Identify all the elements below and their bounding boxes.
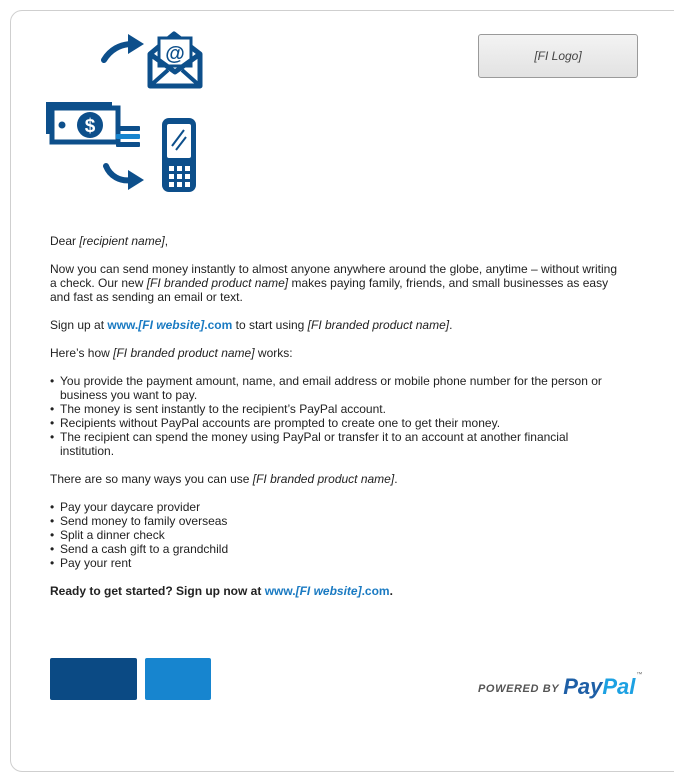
arrow-icon [103, 163, 144, 190]
fi-logo-placeholder: [FI Logo] [478, 34, 638, 78]
product-name: [FI branded product name] [113, 346, 255, 360]
call-to-action: Ready to get started? Sign up now at www… [50, 584, 620, 598]
website-link[interactable]: www.[FI website].com [107, 318, 232, 332]
recipient-name: [recipient name] [79, 234, 165, 248]
website-suffix: .com [361, 584, 390, 598]
money-icon: $ [46, 102, 140, 147]
secondary-button[interactable] [145, 658, 211, 700]
product-name: [FI branded product name] [146, 276, 289, 290]
cta-prefix: Ready to get started? Sign up now at [50, 584, 265, 598]
list-item: Split a dinner check [50, 528, 620, 542]
website-name: [FI website] [138, 318, 205, 332]
list-item: The money is sent instantly to the recip… [50, 402, 620, 416]
primary-button[interactable] [50, 658, 137, 700]
ways-prefix: There are so many ways you can use [50, 472, 253, 486]
mobile-phone-icon [162, 118, 196, 192]
ways-list: Pay your daycare provider Send money to … [50, 500, 620, 570]
website-name: [FI website] [295, 584, 362, 598]
list-item: You provide the payment amount, name, an… [50, 374, 620, 402]
paypal-logo-pay: Pay [563, 674, 603, 699]
svg-text:$: $ [85, 116, 96, 137]
how-it-works-heading: Here’s how [FI branded product name] wor… [50, 346, 620, 360]
list-item: Pay your rent [50, 556, 620, 570]
how-it-works-list: You provide the payment amount, name, an… [50, 374, 620, 458]
product-name: [FI branded product name] [252, 472, 395, 486]
svg-text:@: @ [165, 43, 185, 65]
intro-paragraph: Now you can send money instantly to almo… [50, 262, 620, 304]
salutation: Dear [recipient name], [50, 234, 620, 248]
arrow-icon [101, 34, 144, 63]
website-prefix: www. [264, 584, 296, 598]
ways-suffix: . [394, 472, 398, 486]
list-item: Pay your daycare provider [50, 500, 620, 514]
signup-suffix: . [449, 318, 453, 332]
cta-suffix: . [389, 584, 393, 598]
signup-paragraph: Sign up at www.[FI website].com to start… [50, 318, 620, 332]
logo-placeholder-text: [FI Logo] [534, 49, 582, 63]
website-link[interactable]: www.[FI website].com [265, 584, 390, 598]
list-item: Send a cash gift to a grandchild [50, 542, 620, 556]
trademark-symbol: ™ [636, 672, 643, 678]
website-suffix: .com [204, 318, 233, 332]
ways-heading: There are so many ways you can use [FI b… [50, 472, 620, 486]
website-prefix: www. [107, 318, 139, 332]
list-item: The recipient can spend the money using … [50, 430, 620, 458]
list-item: Recipients without PayPal accounts are p… [50, 416, 620, 430]
salutation-suffix: , [164, 234, 169, 248]
signup-middle: to start using [232, 318, 308, 332]
email-icon: @ [147, 31, 203, 89]
product-name: [FI branded product name] [307, 318, 450, 332]
salutation-prefix: Dear [50, 234, 80, 248]
list-item: Send money to family overseas [50, 514, 620, 528]
powered-by-paypal: POWERED BY Pay Pal ™ [478, 668, 648, 698]
hero-illustration: @ $ [46, 31, 203, 192]
how-prefix: Here’s how [50, 346, 114, 360]
paypal-logo-pal: Pal [602, 674, 636, 699]
signup-prefix: Sign up at [50, 318, 108, 332]
letter-body: Dear [recipient name], Now you can send … [50, 234, 620, 612]
how-suffix: works: [254, 346, 293, 360]
powered-by-text: POWERED BY [478, 683, 560, 695]
